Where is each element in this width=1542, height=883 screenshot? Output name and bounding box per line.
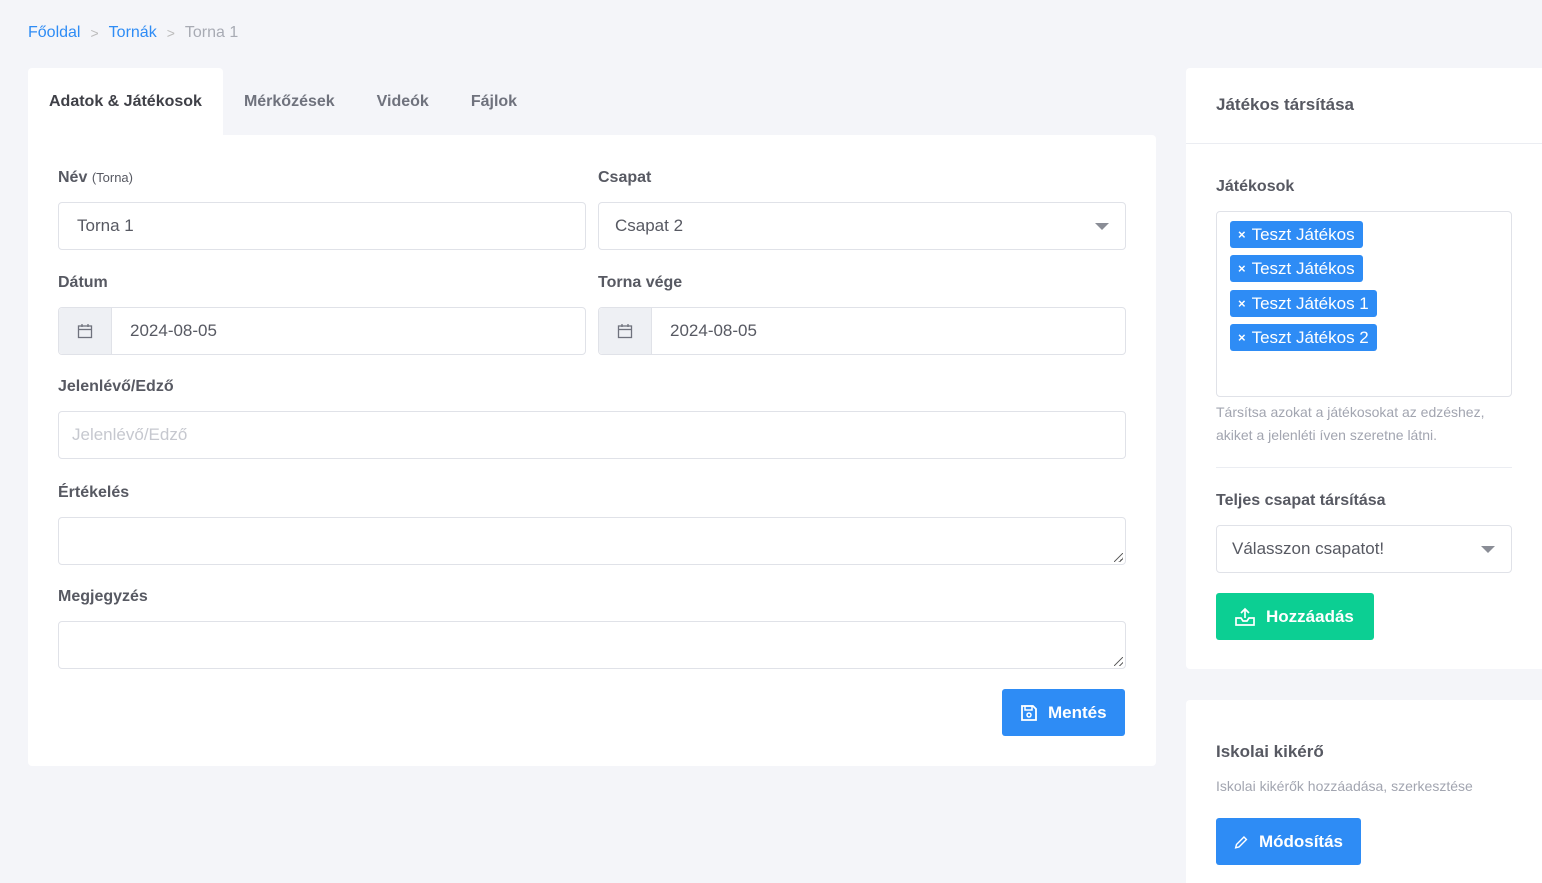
edit-label: Módosítás	[1258, 831, 1343, 851]
chevron-down-icon	[1481, 546, 1495, 553]
breadcrumb-current: Torna 1	[184, 24, 239, 41]
note-label: Megjegyzés	[58, 588, 148, 605]
date-input[interactable]: 2024-08-05	[58, 307, 586, 355]
rating-label: Értékelés	[58, 484, 130, 501]
assign-title: Játékos társítása	[1216, 95, 1354, 114]
team-assign-select[interactable]: Válasszon csapatot!	[1216, 525, 1512, 573]
remove-icon[interactable]: ×	[1238, 227, 1246, 242]
breadcrumb: Főoldal > Tornák > Torna 1	[28, 24, 238, 42]
divider	[1216, 467, 1512, 468]
end-date-label: Torna vége	[598, 274, 683, 291]
save-button[interactable]: Mentés	[1002, 689, 1125, 736]
divider	[1186, 143, 1542, 144]
calendar-icon[interactable]	[59, 308, 112, 354]
school-request-panel: Iskolai kikérő Iskolai kikérők hozzáadás…	[1186, 700, 1542, 883]
tournament-form: Név (Torna) Torna 1 Csapat Csapat 2 Dátu…	[28, 135, 1156, 766]
calendar-icon[interactable]	[599, 308, 652, 354]
upload-icon	[1235, 607, 1255, 626]
resize-handle[interactable]	[1114, 657, 1123, 666]
coach-input[interactable]: Jelenlévő/Edző	[58, 411, 1126, 459]
add-team-button[interactable]: Hozzáadás	[1216, 593, 1374, 640]
date-label: Dátum	[58, 274, 108, 291]
coach-label: Jelenlévő/Edző	[58, 378, 174, 395]
players-label: Játékosok	[1216, 178, 1295, 195]
team-assign-label: Teljes csapat társítása	[1216, 492, 1386, 509]
name-label: Név (Torna)	[58, 169, 133, 186]
players-multiselect[interactable]: × Teszt Játékos × Teszt Játékos × Teszt Ját…	[1216, 211, 1512, 397]
chevron-right-icon: >	[166, 25, 175, 41]
tab-data-players[interactable]: Adatok & Játékosok	[28, 68, 223, 135]
edit-button[interactable]: Módosítás	[1216, 818, 1361, 865]
player-tag: × Teszt Játékos 2	[1230, 324, 1377, 351]
players-help: Társítsa azokat a játékosokat az edzéshe…	[1216, 404, 1485, 443]
pencil-icon	[1234, 835, 1248, 849]
remove-icon[interactable]: ×	[1238, 296, 1246, 311]
school-title: Iskolai kikérő	[1216, 742, 1324, 761]
add-label: Hozzáadás	[1266, 606, 1354, 626]
chevron-right-icon: >	[90, 25, 99, 41]
save-label: Mentés	[1048, 702, 1107, 722]
team-label: Csapat	[598, 169, 652, 186]
player-tag: × Teszt Játékos 1	[1230, 290, 1377, 317]
end-date-input[interactable]: 2024-08-05	[598, 307, 1126, 355]
name-input[interactable]: Torna 1	[58, 202, 586, 250]
tab-matches[interactable]: Mérkőzések	[223, 68, 356, 135]
breadcrumb-home[interactable]: Főoldal	[28, 24, 80, 42]
chevron-down-icon	[1095, 223, 1109, 230]
breadcrumb-tournaments[interactable]: Tornák	[109, 24, 157, 42]
tab-files[interactable]: Fájlok	[450, 68, 538, 135]
team-select[interactable]: Csapat 2	[598, 202, 1126, 250]
assign-players-panel: Játékos társítása Játékosok × Teszt Játék…	[1186, 68, 1542, 669]
remove-icon[interactable]: ×	[1238, 261, 1246, 276]
floppy-disk-icon	[1021, 704, 1037, 721]
player-tag: × Teszt Játékos	[1230, 255, 1363, 282]
tab-videos[interactable]: Videók	[356, 68, 450, 135]
player-tag: × Teszt Játékos	[1230, 221, 1363, 248]
resize-handle[interactable]	[1114, 553, 1123, 562]
remove-icon[interactable]: ×	[1238, 330, 1246, 345]
school-desc: Iskolai kikérők hozzáadása, szerkesztése	[1216, 778, 1473, 794]
tab-bar: Adatok & Játékosok Mérkőzések Videók Fáj…	[28, 68, 538, 135]
note-textarea[interactable]	[58, 621, 1126, 669]
rating-textarea[interactable]	[58, 517, 1126, 565]
